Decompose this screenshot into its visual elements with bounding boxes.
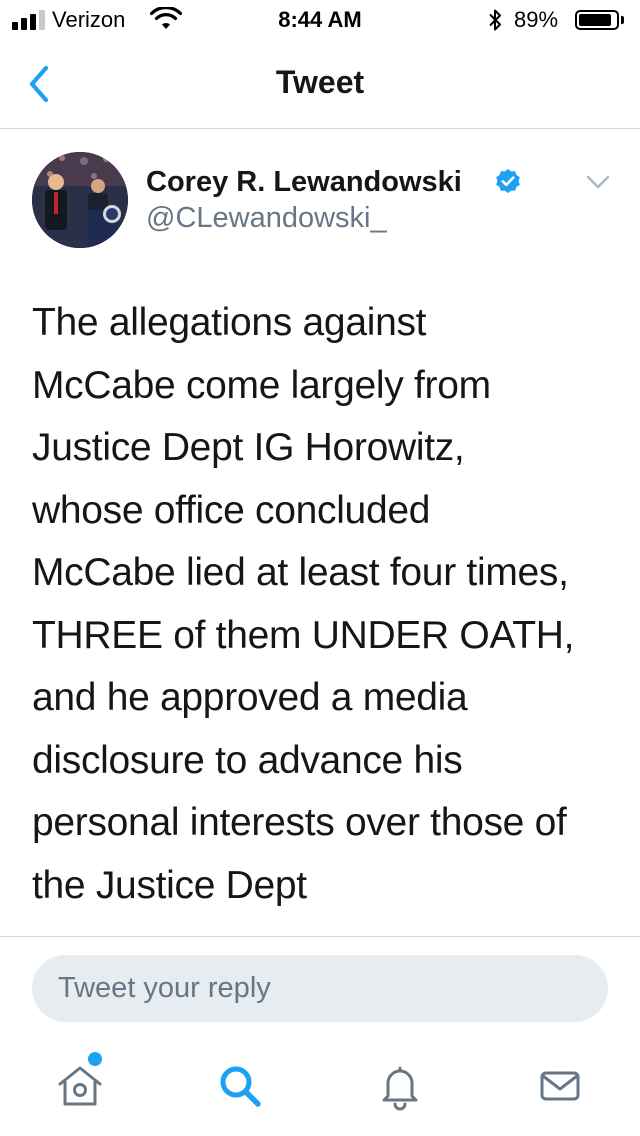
tweet-text-line: and he approved a media	[32, 676, 468, 719]
tab-messages[interactable]	[534, 1060, 586, 1112]
tweet-text-line: disclosure to advance his	[32, 738, 463, 782]
avatar[interactable]	[32, 152, 128, 248]
verified-badge-icon	[496, 169, 520, 193]
status-bar: Verizon 8:44 AM 89%	[0, 0, 640, 40]
tweet-text-line: McCabe come largely from	[32, 363, 491, 407]
tweet-text-line: The allegations against	[32, 301, 427, 344]
tab-search[interactable]	[214, 1060, 266, 1112]
envelope-icon	[540, 1071, 580, 1101]
tweet-text-line: McCabe lied at least four times,	[32, 551, 569, 594]
tweet-text: The allegations against McCabe come larg…	[32, 292, 622, 917]
home-badge-dot	[88, 1052, 102, 1066]
reply-input[interactable]: Tweet your reply	[32, 955, 608, 1022]
tweet-options-button[interactable]	[584, 172, 612, 192]
divider	[0, 936, 640, 937]
bell-icon	[382, 1066, 418, 1111]
tab-home[interactable]	[54, 1060, 106, 1112]
bluetooth-icon	[489, 9, 501, 31]
battery-icon	[575, 10, 619, 30]
chevron-down-icon	[586, 175, 610, 189]
tweet-text-line: Justice Dept IG Horowitz,	[32, 426, 465, 469]
tweet-text-line: personal interests over those of	[32, 801, 567, 844]
battery-percentage: 89%	[514, 7, 559, 32]
tweet-text-line: THREE of them UNDER OATH,	[32, 613, 575, 657]
avatar-photo	[32, 152, 128, 248]
author-name[interactable]: Corey R. Lewandowski	[146, 166, 462, 199]
tweet-text-line: whose office concluded	[32, 488, 431, 532]
home-icon	[58, 1066, 102, 1106]
battery-level-fill	[579, 14, 612, 26]
search-icon	[220, 1066, 261, 1107]
nav-bar: Tweet	[0, 40, 640, 129]
tab-notifications[interactable]	[374, 1060, 426, 1112]
author-handle[interactable]: @CLewandowski_	[146, 202, 387, 235]
battery-tip	[621, 16, 624, 24]
page-title: Tweet	[275, 64, 365, 100]
tweet-text-line: the Justice Dept	[32, 863, 307, 907]
